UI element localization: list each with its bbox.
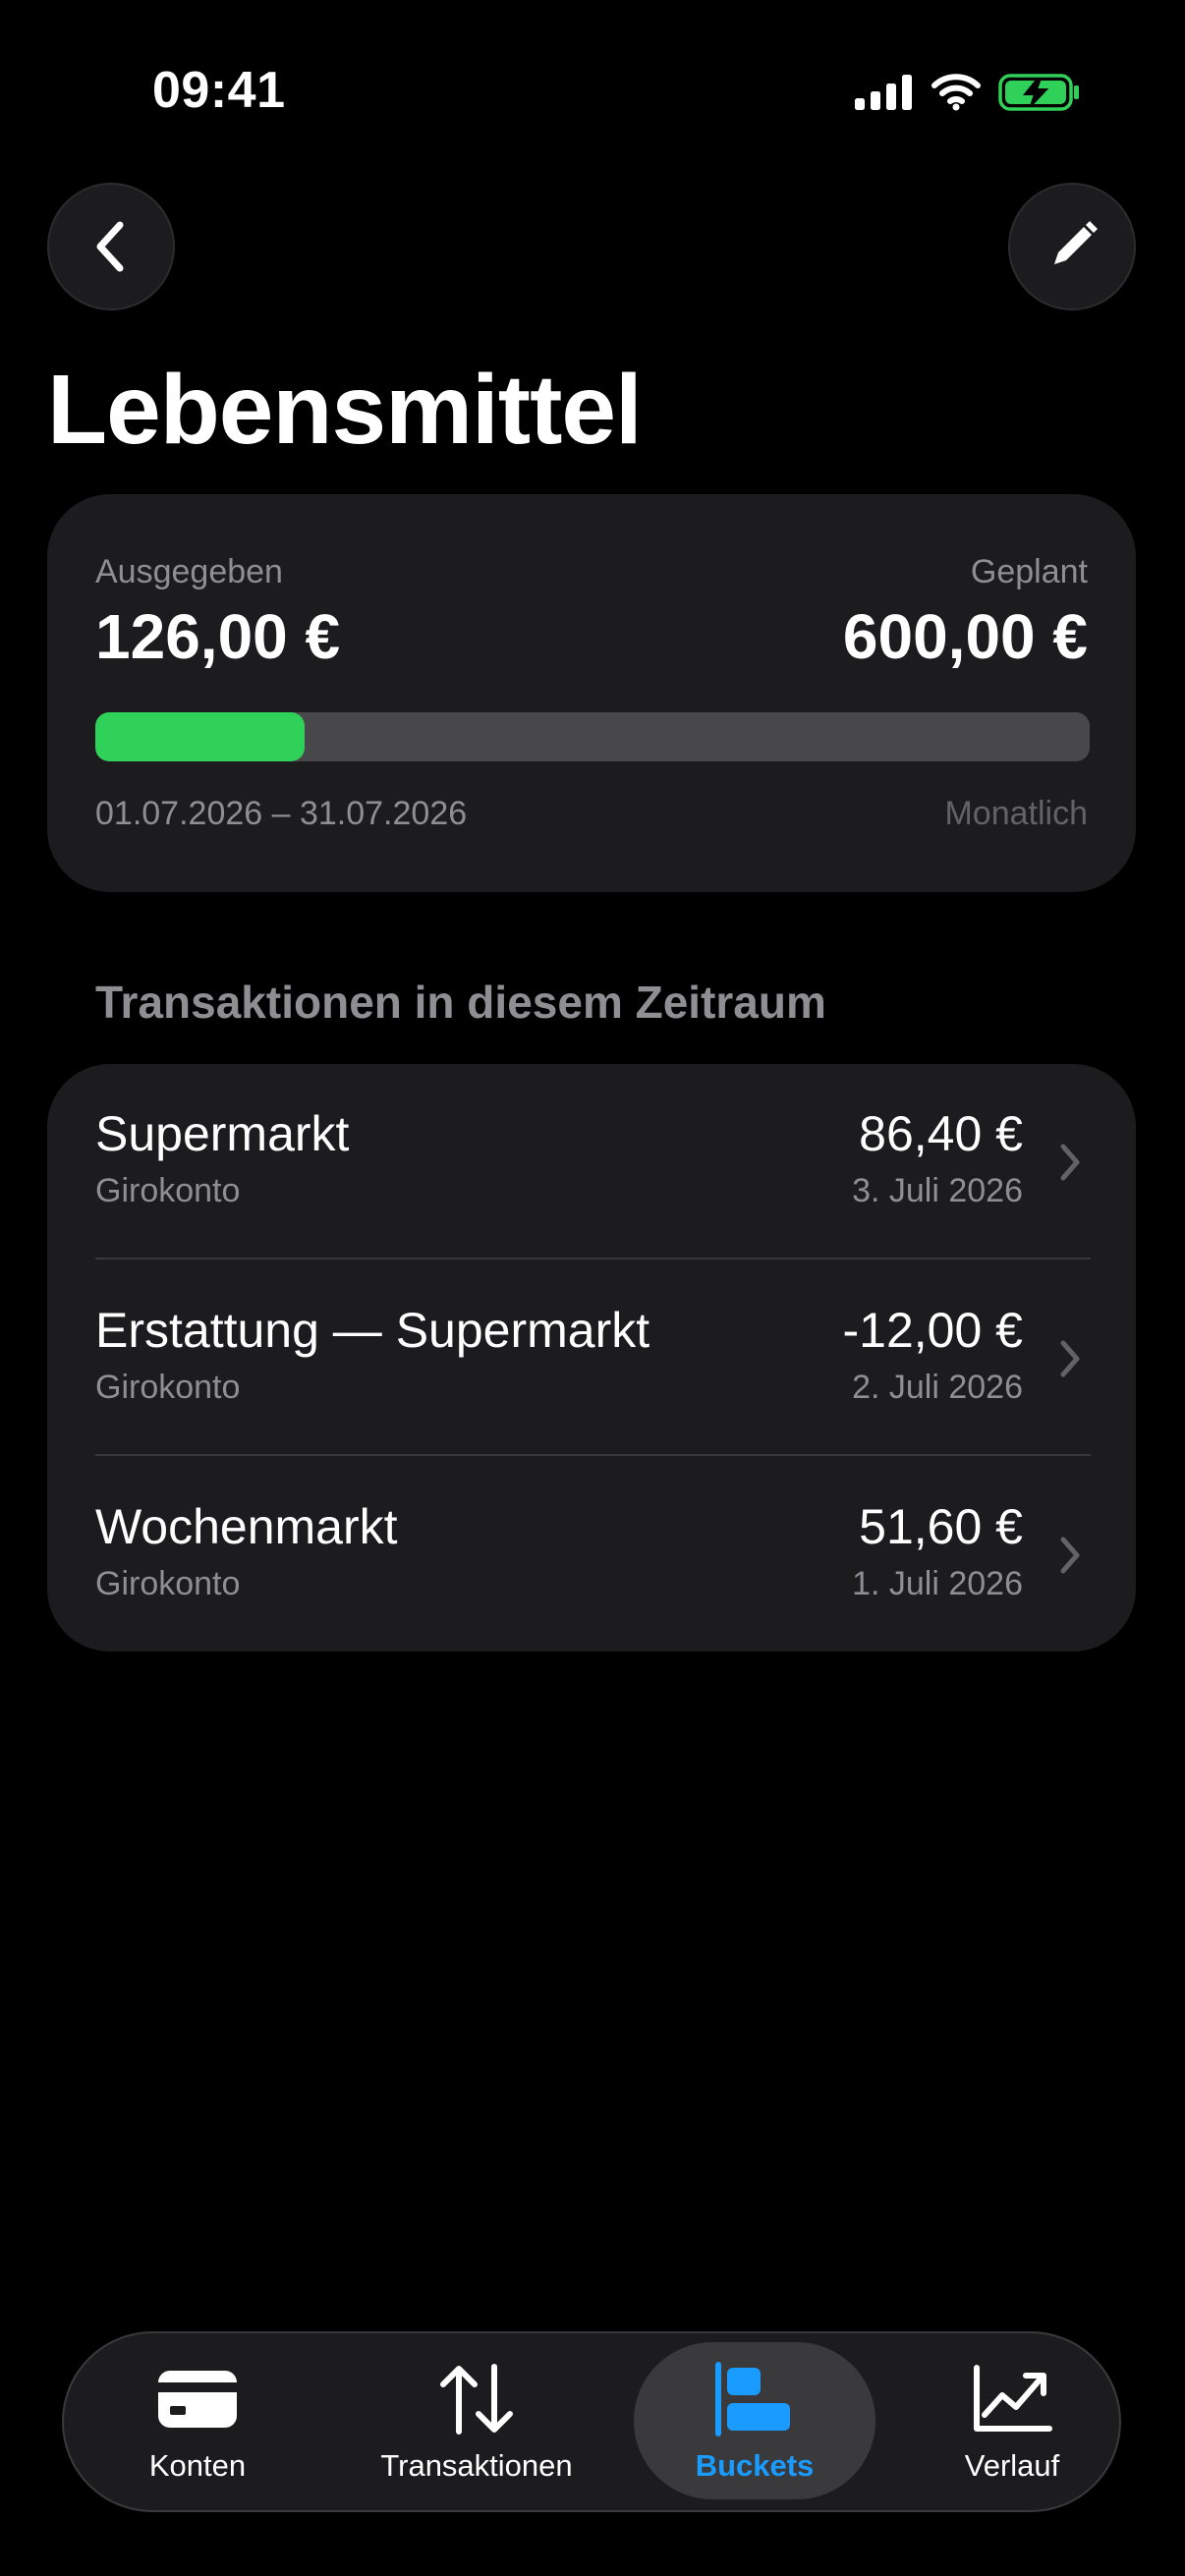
budget-progress-bar — [95, 712, 1090, 761]
status-icons — [855, 73, 1081, 112]
tab-label: Konten — [148, 2448, 247, 2483]
transaction-date: 3. Juli 2026 — [852, 1172, 1023, 1209]
chevron-right-icon — [1060, 1340, 1080, 1377]
back-button[interactable] — [47, 183, 175, 310]
transaction-amount: 86,40 € — [859, 1106, 1023, 1161]
transaction-row[interactable]: Supermarkt Girokonto 86,40 € 3. Juli 202… — [47, 1064, 1136, 1260]
transaction-name: Wochenmarkt — [95, 1499, 398, 1554]
row-divider — [95, 1258, 1091, 1260]
chevron-right-icon — [1060, 1537, 1080, 1574]
transaction-account: Girokonto — [95, 1369, 241, 1406]
pencil-icon — [1054, 221, 1098, 264]
transaction-amount: 51,60 € — [859, 1499, 1023, 1554]
wifi-icon — [931, 74, 981, 111]
chart-line-icon — [974, 2365, 1052, 2432]
tab-label: Transaktionen — [380, 2448, 573, 2483]
transaction-account: Girokonto — [95, 1172, 241, 1209]
budget-summary-card: Ausgegeben Geplant 126,00 € 600,00 € 01.… — [47, 494, 1136, 892]
transactions-list: Supermarkt Girokonto 86,40 € 3. Juli 202… — [47, 1064, 1136, 1652]
frequency-label: Monatlich — [944, 795, 1088, 832]
chevron-right-icon — [1060, 1144, 1080, 1181]
card-icon — [158, 2371, 237, 2428]
arrows-up-down-icon — [440, 2364, 513, 2435]
spent-label: Ausgegeben — [95, 553, 283, 590]
tab-buckets[interactable]: Buckets — [634, 2333, 875, 2510]
spent-amount: 126,00 € — [95, 601, 341, 672]
budget-progress-fill — [95, 712, 305, 761]
tab-transaktionen[interactable]: Transaktionen — [359, 2333, 594, 2510]
tab-label: Verlauf — [964, 2448, 1060, 2483]
status-time: 09:41 — [152, 62, 286, 119]
transaction-account: Girokonto — [95, 1565, 241, 1602]
battery-charging-icon — [998, 74, 1079, 111]
cellular-signal-icon — [855, 75, 912, 110]
edit-button[interactable] — [1008, 183, 1136, 310]
period-range: 01.07.2026 – 31.07.2026 — [95, 795, 468, 832]
transaction-row[interactable]: Erstattung — Supermarkt Girokonto -12,00… — [47, 1260, 1136, 1457]
tab-label: Buckets — [695, 2448, 815, 2483]
tab-verlauf[interactable]: Verlauf — [919, 2333, 1105, 2510]
transactions-section-title: Transaktionen in diesem Zeitraum — [95, 977, 826, 1028]
transaction-date: 1. Juli 2026 — [852, 1565, 1023, 1602]
transaction-name: Erstattung — Supermarkt — [95, 1303, 650, 1358]
planned-amount: 600,00 € — [842, 601, 1088, 672]
buckets-icon — [715, 2362, 790, 2436]
transaction-amount: -12,00 € — [842, 1303, 1023, 1358]
transaction-date: 2. Juli 2026 — [852, 1369, 1023, 1406]
transaction-row[interactable]: Wochenmarkt Girokonto 51,60 € 1. Juli 20… — [47, 1457, 1136, 1652]
chevron-left-icon — [96, 221, 124, 272]
page-title: Lebensmittel — [47, 355, 643, 465]
row-divider — [95, 1454, 1091, 1456]
tab-bar: Konten Transaktionen Buckets Verlauf — [62, 2331, 1121, 2512]
tab-konten[interactable]: Konten — [99, 2333, 296, 2510]
transaction-name: Supermarkt — [95, 1106, 350, 1161]
planned-label: Geplant — [970, 553, 1088, 590]
